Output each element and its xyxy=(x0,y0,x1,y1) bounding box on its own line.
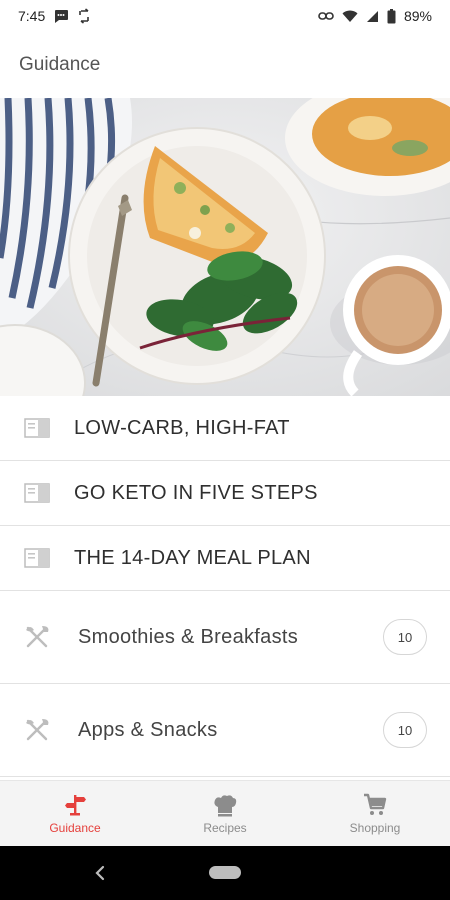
app-bar: Guidance xyxy=(0,32,450,98)
category-label: Smoothies & Breakfasts xyxy=(78,625,299,648)
guide-label: GO KETO IN FIVE STEPS xyxy=(74,481,318,504)
category-row-smoothies[interactable]: Smoothies & Breakfasts 10 xyxy=(0,591,450,684)
recipe-count-badge: 10 xyxy=(383,619,427,655)
guide-label: LOW-CARB, HIGH-FAT xyxy=(74,416,290,439)
nav-label: Recipes xyxy=(203,820,247,835)
nav-guidance[interactable]: Guidance xyxy=(0,781,150,846)
nav-label: Shopping xyxy=(349,820,401,835)
home-pill[interactable] xyxy=(209,866,241,879)
chef-hat-icon xyxy=(214,794,237,816)
bottom-nav: Guidance Recipes Shopping xyxy=(0,780,450,846)
nav-shopping[interactable]: Shopping xyxy=(300,781,450,846)
wifi-icon xyxy=(342,10,358,23)
signpost-icon xyxy=(65,794,86,815)
sync-icon xyxy=(77,8,91,24)
message-icon xyxy=(53,9,69,23)
recipe-count-badge: 10 xyxy=(383,712,427,748)
document-icon xyxy=(24,418,50,438)
fork-knife-icon xyxy=(26,626,49,648)
guide-row-low-carb[interactable]: LOW-CARB, HIGH-FAT xyxy=(0,396,450,461)
category-row-apps-snacks[interactable]: Apps & Snacks 10 xyxy=(0,684,450,777)
hero-image xyxy=(0,98,450,396)
page-title: Guidance xyxy=(19,54,101,75)
signal-icon xyxy=(366,10,379,23)
guide-row-go-keto[interactable]: GO KETO IN FIVE STEPS xyxy=(0,461,450,526)
guide-label: THE 14-DAY MEAL PLAN xyxy=(74,546,311,569)
fork-knife-icon xyxy=(26,719,49,741)
status-time: 7:45 xyxy=(18,8,46,24)
system-nav-bar xyxy=(0,846,450,900)
guide-row-meal-plan[interactable]: THE 14-DAY MEAL PLAN xyxy=(0,526,450,591)
back-icon[interactable] xyxy=(92,862,108,884)
nav-label: Guidance xyxy=(49,820,101,835)
battery-icon xyxy=(387,8,396,24)
document-icon xyxy=(24,483,50,503)
link-icon xyxy=(318,11,334,21)
battery-percent: 89% xyxy=(403,8,432,24)
status-left: 7:45 xyxy=(18,8,91,24)
nav-recipes[interactable]: Recipes xyxy=(150,781,300,846)
guidance-list: LOW-CARB, HIGH-FAT GO KETO IN FIVE STEPS… xyxy=(0,396,450,777)
status-right: 89% xyxy=(318,8,432,24)
category-label: Apps & Snacks xyxy=(78,718,218,741)
cart-icon xyxy=(364,793,387,815)
document-icon xyxy=(24,548,50,568)
status-bar: 7:45 89% xyxy=(0,0,450,32)
